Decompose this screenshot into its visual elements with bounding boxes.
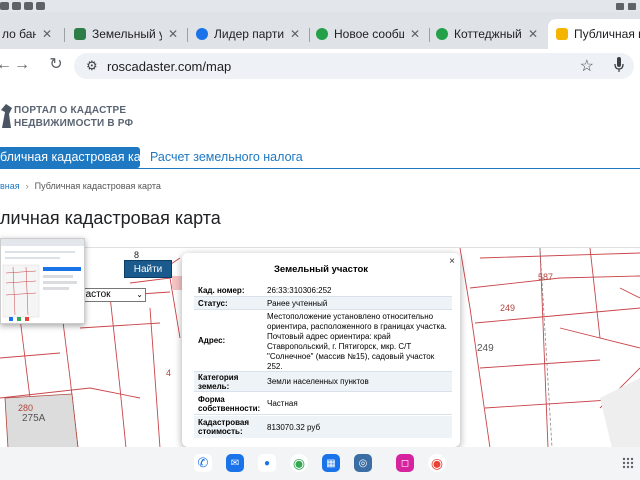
browser-toolbar: ← → ↻ ⚙ roscadaster.com/map ☆ xyxy=(0,49,640,81)
microphone-icon[interactable] xyxy=(614,57,624,73)
browser-tab[interactable]: Коттеджный пос ✕ xyxy=(428,19,546,49)
close-icon[interactable]: ✕ xyxy=(168,27,178,41)
close-icon[interactable]: ✕ xyxy=(290,27,300,41)
browser-tab[interactable]: ло банкро ✕ xyxy=(0,19,60,49)
page-title: личная кадастровая карта xyxy=(0,208,221,228)
reload-button[interactable]: ↻ xyxy=(46,55,66,75)
popup-title: Земельный участок xyxy=(273,264,369,275)
parcel-label: 587 xyxy=(538,272,554,282)
tab-title: Земельный участ xyxy=(92,27,162,41)
parcel-label: 249 xyxy=(500,303,516,313)
browser-tab[interactable]: Земельный участ ✕ xyxy=(66,19,186,49)
system-status-bar xyxy=(0,0,640,12)
close-icon[interactable]: × xyxy=(449,256,455,267)
parcel-label: 4 xyxy=(166,368,172,378)
parcel-label: 275А xyxy=(22,413,46,424)
tab-favicon-icon xyxy=(316,28,328,40)
row-label: Статус: xyxy=(198,299,228,308)
messages-app-icon[interactable]: ✉ xyxy=(226,454,244,472)
preview-content xyxy=(2,264,81,321)
tab-favicon-icon xyxy=(74,28,86,40)
row-label: Категория земель: xyxy=(198,373,239,391)
camera-app-icon[interactable]: ◎ xyxy=(354,454,372,472)
breadcrumb-separator: › xyxy=(25,181,29,191)
nav-public-cadastral-map[interactable]: бличная кадастровая карта xyxy=(0,147,140,168)
row-label: Кад. номер: xyxy=(198,286,245,295)
window-preview-thumbnail[interactable] xyxy=(0,238,85,324)
browser-tab[interactable]: Новое сообщени ✕ xyxy=(308,19,428,49)
find-button[interactable]: Найти xyxy=(124,260,172,278)
popup-row: Кад. номер: 26:33:310306:252 xyxy=(194,284,452,297)
tab-title: ло банкро xyxy=(2,27,36,41)
breadcrumb-current: Публичная кадастровая карта xyxy=(34,181,161,191)
browser-tab-active[interactable]: Публичная када xyxy=(548,19,640,49)
tab-title: Публичная када xyxy=(574,27,640,41)
nav-divider xyxy=(0,168,640,169)
row-value: Земли населенных пунктов xyxy=(267,377,369,386)
site-info-icon[interactable]: ⚙ xyxy=(86,58,98,74)
tab-title: Коттеджный пос xyxy=(454,27,522,41)
parcel-label: 8 xyxy=(134,250,140,260)
popup-row: Статус: Ранее учтенный xyxy=(194,297,452,310)
files-app-icon[interactable]: ▦ xyxy=(322,454,340,472)
notification-icon xyxy=(24,2,33,10)
breadcrumb: вная › Публичная кадастровая карта xyxy=(0,181,161,191)
parcel-info-popup: Земельный участок × Кад. номер: 26:33:31… xyxy=(182,253,460,447)
tab-favicon-icon xyxy=(436,28,448,40)
browser-tab[interactable]: Лидер партии «Т ✕ xyxy=(188,19,308,49)
row-value: Ранее учтенный xyxy=(267,299,328,308)
nav-land-tax-calculator[interactable]: Расчет земельного налога xyxy=(150,150,303,164)
battery-icon xyxy=(628,2,636,10)
parcel-label: 280 xyxy=(18,403,34,413)
popup-row: Адрес: Местоположение установлено относи… xyxy=(194,310,452,372)
close-icon[interactable]: ✕ xyxy=(528,27,538,41)
url-text[interactable]: roscadaster.com/map xyxy=(107,59,231,74)
chevron-down-icon: ⌄ xyxy=(136,290,143,299)
close-icon[interactable]: ✕ xyxy=(42,27,52,41)
close-icon[interactable]: ✕ xyxy=(410,27,420,41)
chrome-app-icon[interactable]: ◉ xyxy=(290,454,308,472)
instagram-app-icon[interactable]: ◻ xyxy=(396,454,414,472)
phone-app-icon[interactable]: ✆ xyxy=(194,454,212,472)
logo-line: ПОРТАЛ О КАДАСТРЕ xyxy=(14,105,127,116)
row-value: Частная xyxy=(267,399,298,408)
row-label: Форма собственности: xyxy=(198,395,261,413)
contacts-app-icon[interactable]: ● xyxy=(258,454,276,472)
forward-button[interactable]: → xyxy=(12,55,32,75)
bookmark-star-icon[interactable]: ☆ xyxy=(580,56,594,76)
tab-favicon-icon xyxy=(556,28,568,40)
site-logo-text[interactable]: ПОРТАЛ О КАДАСТРЕ НЕДВИЖИМОСТИ В РФ xyxy=(14,104,133,130)
row-label: Адрес: xyxy=(198,336,226,345)
logo-line: НЕДВИЖИМОСТИ В РФ xyxy=(14,118,134,129)
tab-strip: ло банкро ✕ Земельный участ ✕ Лидер парт… xyxy=(0,12,640,49)
notification-icon xyxy=(0,2,9,10)
row-label: Кадастровая стоимость: xyxy=(198,418,250,436)
taskbar-dock: ✆ ✉ ● ◉ ▦ ◎ ◻ ◉ xyxy=(0,447,640,480)
chrome-app-icon[interactable]: ◉ xyxy=(428,454,446,472)
address-bar[interactable]: ⚙ roscadaster.com/map ☆ xyxy=(74,53,634,79)
parcel-label: 249 xyxy=(477,343,494,354)
tab-title: Новое сообщени xyxy=(334,27,404,41)
tab-title: Лидер партии «Т xyxy=(214,27,284,41)
notification-icon xyxy=(12,2,21,10)
notification-icon xyxy=(36,2,45,10)
app-launcher-icon[interactable] xyxy=(622,457,634,469)
popup-row: Кадастровая стоимость: 813070.32 руб xyxy=(194,416,452,438)
popup-row: Форма собственности: Частная xyxy=(194,393,452,415)
breadcrumb-home[interactable]: вная xyxy=(0,181,20,191)
tab-favicon-icon xyxy=(196,28,208,40)
row-value: 26:33:310306:252 xyxy=(267,286,332,295)
row-value: 813070.32 руб xyxy=(267,423,321,432)
row-value: Местоположение установлено относительно … xyxy=(267,312,447,371)
popup-row: Категория земель: Земли населенных пункт… xyxy=(194,372,452,392)
wifi-icon xyxy=(616,2,624,10)
